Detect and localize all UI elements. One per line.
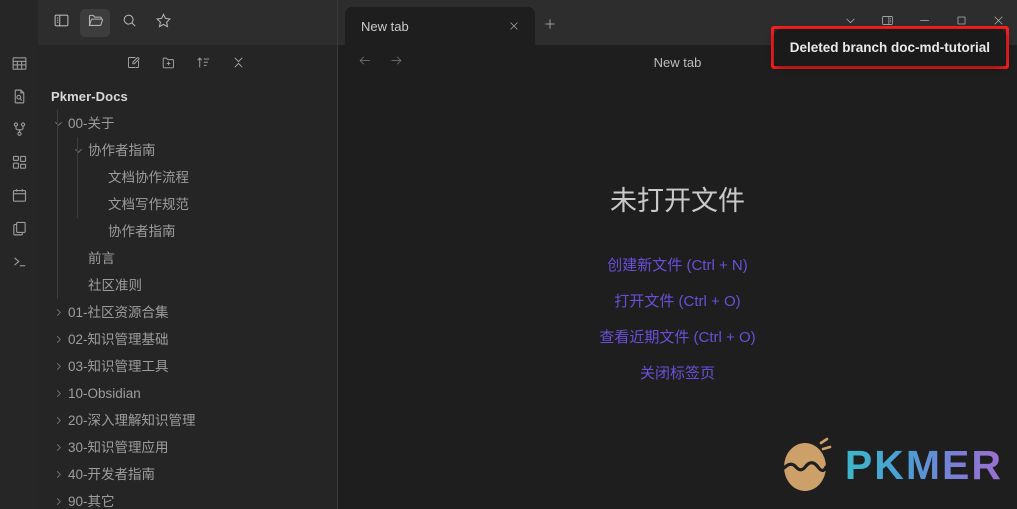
- rail-item-calendar[interactable]: [4, 183, 34, 213]
- create-new-file-link[interactable]: 创建新文件 (Ctrl + N): [607, 248, 747, 284]
- folder-open-icon: [87, 12, 104, 34]
- tree-item-label: 社区准则: [88, 277, 142, 293]
- tree-item-label: 协作者指南: [108, 223, 176, 239]
- sort-icon: [196, 55, 211, 75]
- search-icon: [121, 12, 138, 34]
- tree-folder-row[interactable]: 00-关于: [38, 110, 337, 137]
- navigate-back-button[interactable]: [356, 55, 372, 71]
- rail-icon-list: [4, 45, 34, 279]
- rail-item-table[interactable]: [4, 51, 34, 81]
- explorer-topbar: [38, 0, 337, 45]
- chevron-right-icon[interactable]: [51, 414, 65, 428]
- file-tree: 00-关于 协作者指南 文档协作流程 文档写作规范 协作者指南 前言 社区准则 01-社区资源…: [38, 110, 337, 509]
- git-branch-icon: [11, 121, 28, 143]
- vault-title: Pkmer-Docs: [51, 89, 128, 104]
- tree-file-row[interactable]: 社区准则: [38, 272, 337, 299]
- chevron-right-icon[interactable]: [51, 333, 65, 347]
- tab-new-tab[interactable]: New tab: [345, 7, 535, 45]
- chevron-right-icon[interactable]: [51, 306, 65, 320]
- tree-file-row[interactable]: 前言: [38, 245, 337, 272]
- new-folder-button[interactable]: [159, 56, 177, 74]
- tree-folder-row[interactable]: 10-Obsidian: [38, 380, 337, 407]
- tree-file-row[interactable]: 协作者指南: [38, 218, 337, 245]
- new-folder-icon: [161, 55, 176, 75]
- chevron-right-icon[interactable]: [51, 441, 65, 455]
- sort-button[interactable]: [194, 56, 212, 74]
- plus-icon: [543, 17, 557, 36]
- chevron-down-icon[interactable]: [51, 117, 65, 131]
- calendar-icon: [11, 187, 28, 209]
- tree-item-label: 10-Obsidian: [68, 385, 141, 401]
- tree-folder-row[interactable]: 90-其它: [38, 488, 337, 509]
- tree-item-label: 02-知识管理基础: [68, 331, 169, 347]
- tab-close-button[interactable]: [503, 15, 525, 37]
- copy-files-icon: [11, 220, 28, 242]
- tree-folder-row[interactable]: 协作者指南: [38, 137, 337, 164]
- tree-item-label: 01-社区资源合集: [68, 304, 169, 320]
- rail-item-document-search[interactable]: [4, 84, 34, 114]
- collapse-all-icon: [231, 55, 246, 75]
- tree-item-label: 00-关于: [68, 115, 115, 131]
- table-icon: [11, 55, 28, 77]
- tree-item-label: 前言: [88, 250, 115, 266]
- star-icon: [155, 12, 172, 34]
- navigate-forward-button[interactable]: [388, 55, 404, 71]
- open-file-link[interactable]: 打开文件 (Ctrl + O): [614, 284, 740, 320]
- explorer-toolbar: [38, 49, 337, 81]
- tab-title: New tab: [361, 18, 409, 34]
- files-tab-button[interactable]: [80, 8, 110, 37]
- tree-item-label: 40-开发者指南: [68, 466, 156, 482]
- tree-indent-guide: [77, 137, 78, 218]
- tree-item-label: 30-知识管理应用: [68, 439, 169, 455]
- rail-item-copy-files[interactable]: [4, 216, 34, 246]
- empty-state: 未打开文件 创建新文件 (Ctrl + N) 打开文件 (Ctrl + O) 查…: [338, 80, 1017, 509]
- activity-rail: [0, 0, 38, 509]
- new-note-icon: [126, 55, 141, 75]
- close-tab-link[interactable]: 关闭标签页: [640, 356, 715, 392]
- app-window: Pkmer-Docs 00-关于 协作者指南 文档协作流程 文档写作规范 协作者指南 前言…: [0, 0, 1017, 509]
- tree-folder-row[interactable]: 03-知识管理工具: [38, 353, 337, 380]
- tree-item-label: 文档协作流程: [108, 169, 189, 185]
- tree-item-label: 03-知识管理工具: [68, 358, 169, 374]
- tree-item-label: 20-深入理解知识管理: [68, 412, 196, 428]
- chevron-down-icon[interactable]: [71, 144, 85, 158]
- recent-files-link[interactable]: 查看近期文件 (Ctrl + O): [599, 320, 755, 356]
- tree-file-row[interactable]: 文档协作流程: [38, 164, 337, 191]
- tree-folder-row[interactable]: 01-社区资源合集: [38, 299, 337, 326]
- tree-folder-row[interactable]: 40-开发者指南: [38, 461, 337, 488]
- document-search-icon: [11, 88, 28, 110]
- notification-highlight-box: Deleted branch doc-md-tutorial: [770, 26, 1009, 69]
- apps-grid-icon: [11, 154, 28, 176]
- rail-top-spacer: [0, 0, 38, 45]
- chevron-right-icon[interactable]: [51, 360, 65, 374]
- sidebar-toggle-icon: [53, 12, 70, 34]
- tree-item-label: 文档写作规范: [108, 196, 189, 212]
- chevron-right-icon[interactable]: [51, 495, 65, 509]
- notification-toast[interactable]: Deleted branch doc-md-tutorial: [773, 29, 1006, 66]
- tree-item-label: 90-其它: [68, 493, 115, 509]
- new-note-button[interactable]: [124, 56, 142, 74]
- search-tab-button[interactable]: [114, 9, 144, 37]
- new-tab-button[interactable]: [535, 7, 565, 45]
- rail-item-terminal[interactable]: [4, 249, 34, 279]
- tree-indent-guide: [57, 110, 58, 299]
- empty-state-heading: 未打开文件: [610, 186, 745, 216]
- arrow-right-icon: [389, 53, 404, 73]
- bookmarks-tab-button[interactable]: [148, 9, 178, 37]
- rail-item-apps[interactable]: [4, 150, 34, 180]
- tree-folder-row[interactable]: 30-知识管理应用: [38, 434, 337, 461]
- collapse-all-button[interactable]: [229, 56, 247, 74]
- tree-item-label: 协作者指南: [88, 142, 156, 158]
- file-explorer-pane: Pkmer-Docs 00-关于 协作者指南 文档协作流程 文档写作规范 协作者指南 前言…: [38, 0, 338, 509]
- chevron-right-icon[interactable]: [51, 468, 65, 482]
- tree-file-row[interactable]: 文档写作规范: [38, 191, 337, 218]
- tree-folder-row[interactable]: 02-知识管理基础: [38, 326, 337, 353]
- terminal-icon: [11, 253, 28, 275]
- chevron-right-icon[interactable]: [51, 387, 65, 401]
- main-area: New tab New tab 未打开文件 创建新文件 (Ctrl + N) 打…: [338, 0, 1017, 509]
- sidebar-toggle-button[interactable]: [46, 9, 76, 37]
- rail-item-git-branch[interactable]: [4, 117, 34, 147]
- tree-folder-row[interactable]: 20-深入理解知识管理: [38, 407, 337, 434]
- arrow-left-icon: [357, 53, 372, 73]
